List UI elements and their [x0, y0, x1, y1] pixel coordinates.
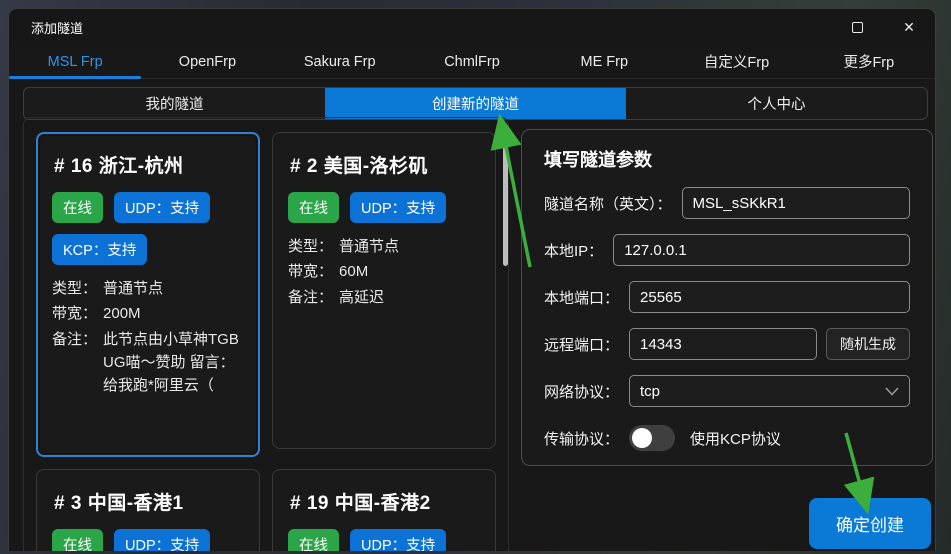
tab-msl-frp[interactable]: MSL Frp — [9, 45, 141, 78]
confirm-create-button[interactable]: 确定创建 — [809, 498, 931, 549]
toggle-knob — [632, 428, 652, 448]
local-port-input[interactable] — [629, 281, 910, 313]
local-port-label: 本地端口： — [544, 287, 619, 308]
maximize-icon — [852, 22, 863, 33]
node-card-19[interactable]: # 19 中国-香港2 在线 UDP：支持 KCP：支持 — [272, 469, 496, 551]
node-type: 类型： 普通节点 — [52, 277, 244, 300]
badge-row: 在线 UDP：支持 KCP：支持 — [52, 192, 244, 265]
node-list-scrollbar[interactable] — [503, 134, 508, 266]
node-bandwidth: 带宽： 200M — [52, 302, 244, 325]
tunnel-name-label: 隧道名称（英文）： — [544, 193, 672, 214]
node-type: 类型： 普通节点 — [288, 235, 480, 258]
kcp-badge: KCP：支持 — [52, 234, 147, 265]
tab-personal-center[interactable]: 个人中心 — [626, 88, 927, 119]
node-note: 备注： 此节点由小草神TGBUG喵～赞助 留言：给我跑*阿里云（ — [52, 328, 244, 398]
add-tunnel-window: 添加隧道 ✕ MSL Frp OpenFrp Sakura Frp ChmlFr… — [8, 8, 936, 551]
udp-badge: UDP：支持 — [114, 192, 210, 223]
node-card-2[interactable]: # 2 美国-洛杉矶 在线 UDP：支持 类型： 普通节点 带宽： 60M 备注… — [272, 132, 496, 449]
view-switcher: 我的隧道 创建新的隧道 个人中心 — [23, 87, 928, 120]
tab-more-frp[interactable]: 更多Frp — [803, 45, 935, 78]
tab-my-tunnels[interactable]: 我的隧道 — [24, 88, 325, 119]
frp-provider-tabs: MSL Frp OpenFrp Sakura Frp ChmlFrp ME Fr… — [9, 45, 935, 79]
kcp-toggle[interactable] — [629, 425, 675, 451]
window-title: 添加隧道 — [31, 18, 83, 37]
node-list: # 16 浙江-杭州 在线 UDP：支持 KCP：支持 类型： 普通节点 带宽：… — [23, 117, 509, 551]
udp-badge: UDP：支持 — [350, 192, 446, 223]
tunnel-name-input[interactable] — [682, 187, 910, 219]
tab-custom-frp[interactable]: 自定义Frp — [670, 45, 802, 78]
bandwidth-value: 200M — [103, 302, 244, 325]
form-title: 填写隧道参数 — [544, 146, 910, 172]
tab-sakura-frp[interactable]: Sakura Frp — [274, 45, 406, 78]
node-card-3[interactable]: # 3 中国-香港1 在线 UDP：支持 类型： 普通节点 — [36, 469, 260, 551]
bandwidth-label: 带宽： — [52, 302, 97, 325]
remote-port-label: 远程端口： — [544, 334, 619, 355]
protocol-label: 网络协议： — [544, 381, 619, 402]
type-label: 类型： — [288, 235, 333, 258]
badge-row: 在线 UDP：支持 — [288, 192, 480, 223]
tunnel-name-row: 隧道名称（英文）： — [544, 187, 910, 219]
random-port-button[interactable]: 随机生成 — [826, 328, 910, 360]
protocol-select[interactable]: tcp — [629, 375, 910, 407]
window-controls: ✕ — [831, 9, 935, 45]
node-card-16[interactable]: # 16 浙江-杭州 在线 UDP：支持 KCP：支持 类型： 普通节点 带宽：… — [36, 132, 260, 457]
remote-port-row: 远程端口： 随机生成 — [544, 328, 910, 360]
tab-chmlfrp[interactable]: ChmlFrp — [406, 45, 538, 78]
bandwidth-value: 60M — [339, 260, 480, 283]
maximize-button[interactable] — [831, 9, 883, 45]
online-badge: 在线 — [52, 529, 103, 551]
node-note: 备注： 高延迟 — [288, 286, 480, 309]
node-title: # 16 浙江-杭州 — [54, 151, 244, 178]
badge-row: 在线 UDP：支持 — [52, 529, 244, 551]
bandwidth-label: 带宽： — [288, 260, 333, 283]
remote-port-input[interactable] — [629, 328, 817, 360]
node-title: # 2 美国-洛杉矶 — [290, 151, 480, 178]
protocol-row: 网络协议： tcp — [544, 375, 910, 407]
note-label: 备注： — [52, 328, 97, 398]
close-button[interactable]: ✕ — [883, 9, 935, 45]
badge-row: 在线 UDP：支持 KCP：支持 — [288, 529, 480, 551]
kcp-toggle-label: 使用KCP协议 — [690, 428, 781, 449]
transport-label: 传输协议： — [544, 428, 619, 449]
online-badge: 在线 — [288, 192, 339, 223]
transport-row: 传输协议： 使用KCP协议 — [544, 422, 910, 454]
tab-openfrp[interactable]: OpenFrp — [141, 45, 273, 78]
type-value: 普通节点 — [339, 235, 480, 258]
online-badge: 在线 — [288, 529, 339, 551]
close-icon: ✕ — [903, 19, 915, 36]
local-ip-label: 本地IP： — [544, 240, 603, 261]
tunnel-form-panel: 填写隧道参数 隧道名称（英文）： 本地IP： 本地端口： 远程端口： 随机生成 … — [521, 129, 933, 466]
note-value: 此节点由小草神TGBUG喵～赞助 留言：给我跑*阿里云（ — [103, 328, 244, 398]
node-bandwidth: 带宽： 60M — [288, 260, 480, 283]
protocol-value: tcp — [640, 383, 660, 400]
node-title: # 19 中国-香港2 — [290, 488, 480, 515]
type-value: 普通节点 — [103, 277, 244, 300]
chevron-down-icon — [885, 387, 899, 396]
local-ip-input[interactable] — [613, 234, 910, 266]
online-badge: 在线 — [52, 192, 103, 223]
note-value: 高延迟 — [339, 286, 480, 309]
local-port-row: 本地端口： — [544, 281, 910, 313]
node-title: # 3 中国-香港1 — [54, 488, 244, 515]
tab-me-frp[interactable]: ME Frp — [538, 45, 670, 78]
udp-badge: UDP：支持 — [350, 529, 446, 551]
udp-badge: UDP：支持 — [114, 529, 210, 551]
tab-create-tunnel[interactable]: 创建新的隧道 — [325, 88, 626, 119]
titlebar: 添加隧道 ✕ — [9, 9, 935, 45]
note-label: 备注： — [288, 286, 333, 309]
type-label: 类型： — [52, 277, 97, 300]
local-ip-row: 本地IP： — [544, 234, 910, 266]
